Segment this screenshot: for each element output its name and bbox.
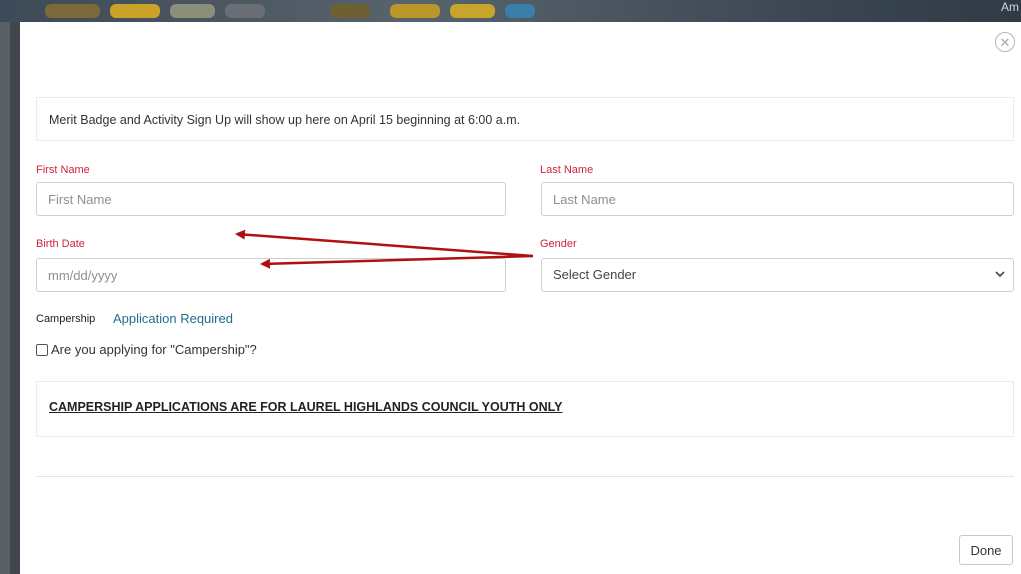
background-corner-text: Am <box>1001 0 1019 14</box>
first-name-label: First Name <box>36 164 90 176</box>
close-icon: ✕ <box>999 35 1011 50</box>
gender-selected-value: Select Gender <box>553 267 637 282</box>
banner-decoration <box>390 4 440 18</box>
campership-checkbox-label: Are you applying for "Campership"? <box>51 342 257 357</box>
background-left-shadow <box>10 22 20 574</box>
campership-application-link[interactable]: Application Required <box>113 311 233 326</box>
first-name-field[interactable] <box>36 182 506 216</box>
campership-checkbox-row[interactable]: Are you applying for "Campership"? <box>36 342 257 357</box>
banner-decoration <box>505 4 535 18</box>
campership-label: Campership <box>36 313 96 325</box>
birth-date-label: Birth Date <box>36 238 85 250</box>
done-button[interactable]: Done <box>959 535 1013 565</box>
gender-label: Gender <box>540 238 577 250</box>
background-left-edge <box>0 22 10 574</box>
banner-decoration <box>225 4 265 18</box>
banner-decoration <box>450 4 495 18</box>
banner-decoration <box>330 4 370 18</box>
chevron-down-icon <box>995 259 1005 304</box>
campership-warning-text: CAMPERSHIP APPLICATIONS ARE FOR LAUREL H… <box>49 400 563 414</box>
signup-modal: ✕ Merit Badge and Activity Sign Up will … <box>20 22 1021 574</box>
footer-divider <box>36 476 1014 477</box>
signup-notice: Merit Badge and Activity Sign Up will sh… <box>36 97 1014 141</box>
last-name-field[interactable] <box>541 182 1014 216</box>
last-name-label: Last Name <box>540 164 594 176</box>
close-button[interactable]: ✕ <box>995 32 1015 52</box>
banner-decoration <box>170 4 215 18</box>
background-banner <box>0 0 1021 22</box>
gender-select[interactable]: Select Gender <box>541 258 1014 292</box>
banner-decoration <box>110 4 160 18</box>
birth-date-field[interactable] <box>36 258 506 292</box>
campership-checkbox[interactable] <box>36 343 48 356</box>
campership-warning-box: CAMPERSHIP APPLICATIONS ARE FOR LAUREL H… <box>36 381 1014 437</box>
banner-decoration <box>45 4 100 18</box>
